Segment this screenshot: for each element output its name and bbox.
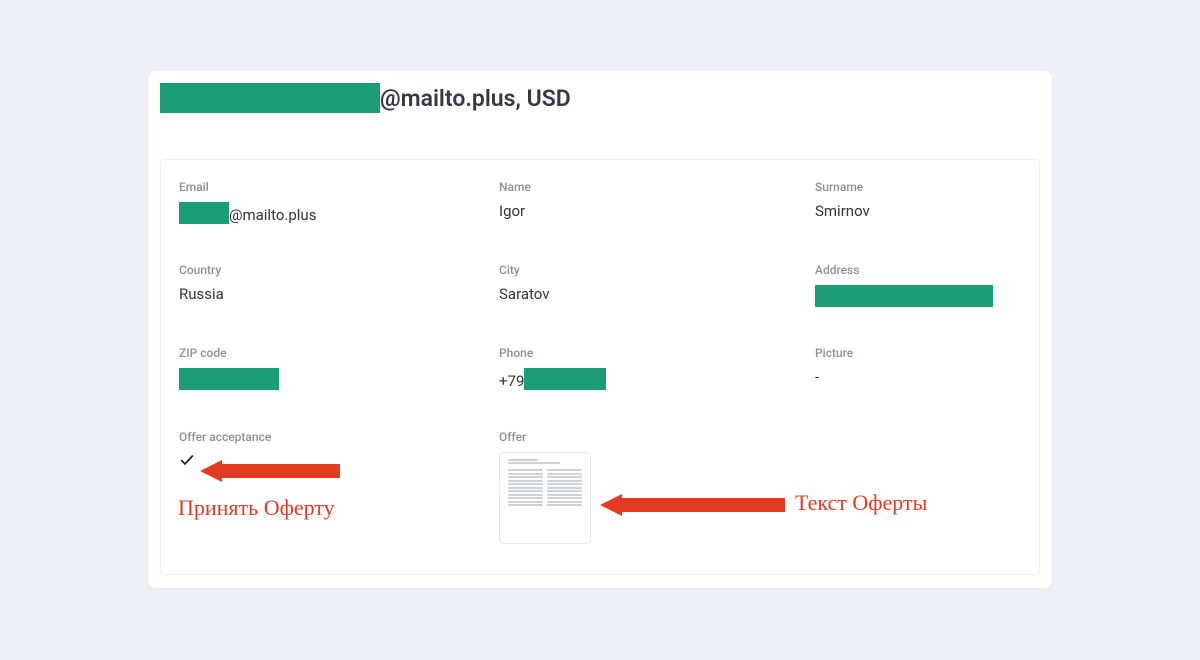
email-redacted [179, 202, 229, 224]
field-zip: ZIP code [179, 346, 449, 394]
label-phone: Phone [499, 346, 769, 360]
label-name: Name [499, 180, 769, 194]
address-redacted [815, 285, 993, 307]
value-name: Igor [499, 202, 769, 220]
value-country: Russia [179, 285, 449, 303]
card-title: @mailto.plus, USD [380, 85, 571, 112]
phone-redacted [524, 368, 606, 390]
zip-redacted [179, 368, 279, 390]
field-offer-acceptance: Offer acceptance [179, 430, 449, 472]
value-zip [179, 368, 449, 394]
value-surname: Smirnov [815, 202, 1085, 220]
field-country: Country Russia [179, 263, 449, 303]
value-city: Saratov [499, 285, 769, 303]
field-phone: Phone +79 [499, 346, 769, 390]
label-country: Country [179, 263, 449, 277]
field-email: Email @mailto.plus [179, 180, 449, 224]
phone-prefix: +79 [499, 372, 524, 390]
value-picture: - [815, 368, 1085, 386]
check-icon [179, 452, 195, 468]
label-surname: Surname [815, 180, 1085, 194]
value-offer-acceptance[interactable] [179, 452, 449, 472]
offer-document-thumbnail[interactable] [499, 452, 591, 544]
label-email: Email [179, 180, 449, 194]
field-city: City Saratov [499, 263, 769, 303]
label-offer: Offer [499, 430, 769, 444]
field-offer: Offer [499, 430, 769, 544]
label-picture: Picture [815, 346, 1085, 360]
value-phone: +79 [499, 368, 769, 390]
title-redacted-block [160, 83, 380, 113]
label-zip: ZIP code [179, 346, 449, 360]
value-address [815, 285, 1085, 311]
annotation-label-accept: Принять Оферту [178, 495, 335, 521]
card-title-row: @mailto.plus, USD [160, 83, 571, 113]
value-email: @mailto.plus [179, 202, 449, 224]
label-offer-acceptance: Offer acceptance [179, 430, 449, 444]
label-city: City [499, 263, 769, 277]
label-address: Address [815, 263, 1085, 277]
field-name: Name Igor [499, 180, 769, 220]
field-picture: Picture - [815, 346, 1085, 386]
email-suffix: @mailto.plus [229, 206, 316, 224]
annotation-label-offer-text: Текст Оферты [795, 490, 927, 516]
field-surname: Surname Smirnov [815, 180, 1085, 220]
field-address: Address [815, 263, 1085, 311]
